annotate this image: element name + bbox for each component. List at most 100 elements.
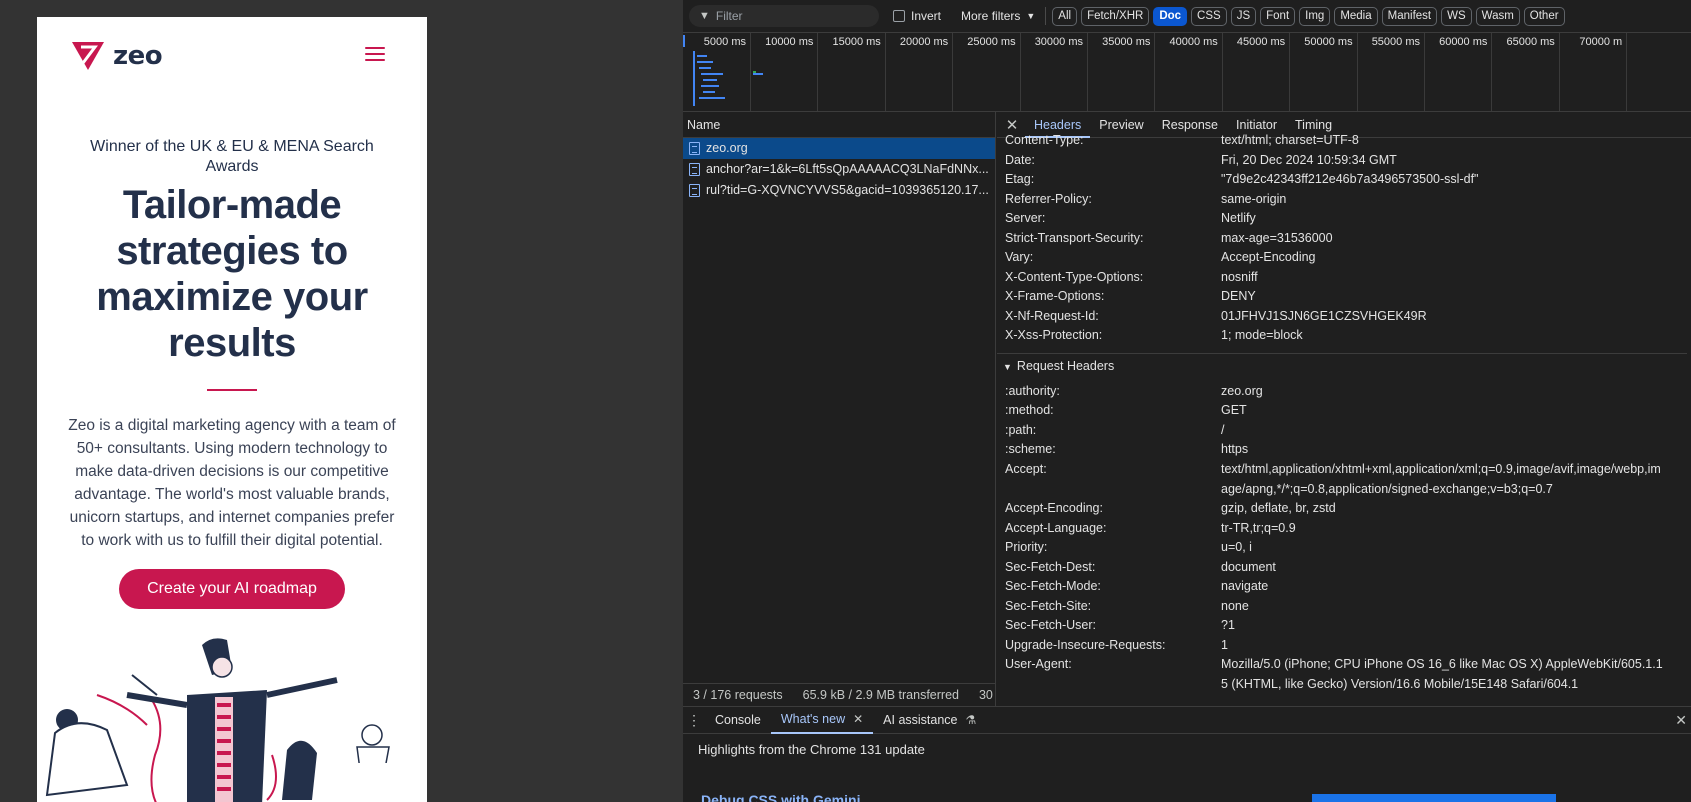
invert-checkbox[interactable]: Invert — [893, 9, 941, 23]
header-value: same-origin — [1221, 191, 1287, 206]
header-row: Sec-Fetch-Site: none — [997, 596, 1687, 616]
network-overview-timeline[interactable]: 5000 ms 10000 ms 15000 ms 20000 ms 25000 ms 3… — [683, 33, 1691, 112]
header-value: "7d9e2c42343ff212e46b7a3496573500-ssl-df… — [1221, 172, 1479, 186]
header-name: :authority: — [1005, 383, 1060, 398]
header-value: tr-TR,tr;q=0.9 — [1221, 520, 1296, 535]
filter-input[interactable]: ▼ Filter — [689, 5, 879, 27]
header-name: X-Frame-Options: — [1005, 289, 1105, 303]
drawer-tab-label: AI assistance — [883, 712, 958, 727]
header-value: zeo.org — [1221, 383, 1263, 398]
triangle-down-icon: ▼ — [1003, 361, 1012, 372]
transfer-size: 65.9 kB / 2.9 MB transferred — [802, 688, 959, 702]
request-list: Name zeo.org anchor?ar=1&k=6Lft5sQpAAAAAC… — [683, 112, 996, 706]
timeline-tick-label: 30000 ms — [1034, 36, 1083, 48]
header-row: Etag: "7d9e2c42343ff212e46b7a3496573500-s… — [997, 169, 1687, 189]
header-name: Referrer-Policy: — [1005, 191, 1092, 206]
timeline-gridline — [952, 33, 954, 111]
header-name: X-Content-Type-Options: — [1005, 269, 1144, 284]
header-value: nosniff — [1221, 269, 1258, 284]
filter-chip-doc[interactable]: Doc — [1153, 6, 1188, 26]
timeline-gridline — [884, 33, 886, 111]
timeline-tick-label: 40000 ms — [1169, 36, 1218, 48]
request-row[interactable]: anchor?ar=1&k=6Lft5sQpAAAAACQ3LNaFdNNx..… — [683, 159, 995, 180]
header-row: Accept: text/html,application/xhtml+xml,a… — [997, 459, 1687, 499]
header-name: Etag: — [1005, 172, 1035, 186]
timeline-tick-label: 65000 ms — [1506, 36, 1555, 48]
whats-new-thumbnail — [1312, 794, 1556, 802]
whats-new-link[interactable]: Debug CSS with Gemini — [701, 792, 860, 802]
status-extra: 30 — [978, 688, 993, 702]
request-row[interactable]: rul?tid=G-XQVNCYVVS5&gacid=1039365120.17… — [683, 180, 995, 201]
header-value: none — [1221, 598, 1249, 613]
filter-chip-all[interactable]: All — [1052, 6, 1078, 26]
timeline-gridline — [817, 33, 819, 111]
mobile-viewport: zeo Winner of the UK & EU & MENA Search … — [37, 17, 427, 802]
header-value: / — [1221, 422, 1225, 437]
more-filters-dropdown[interactable]: More filters ▼ — [961, 9, 1035, 23]
header-row: :path: / — [997, 420, 1687, 440]
header-row: X-Xss-Protection: 1; mode=block — [997, 325, 1687, 345]
request-detail: ✕ Headers Preview Response Initiator Timing … — [997, 112, 1691, 706]
header-name: Server: — [1005, 211, 1046, 225]
filter-chip-fetchxhr[interactable]: Fetch/XHR — [1081, 6, 1150, 26]
drawer-tab-console[interactable]: Console — [705, 707, 771, 734]
hero-intro: Zeo is a digital marketing agency with a… — [68, 417, 396, 549]
header-row: :authority: zeo.org — [997, 381, 1687, 401]
timeline-tick-label: 60000 ms — [1439, 36, 1488, 48]
drawer-close-icon[interactable]: ✕ — [1675, 712, 1687, 729]
logo-text: zeo — [113, 41, 163, 71]
header-value: DENY — [1221, 289, 1256, 303]
header-name: Accept: — [1005, 461, 1047, 476]
header-row: Sec-Fetch-Mode: navigate — [997, 576, 1687, 596]
timeline-tick-label: 70000 m — [1579, 36, 1623, 48]
timeline-tick-label: 20000 ms — [899, 36, 949, 48]
timeline-gridline — [1154, 33, 1156, 111]
header-value: Netlify — [1221, 211, 1256, 225]
document-icon — [689, 184, 700, 197]
header-name: Priority: — [1005, 540, 1048, 554]
network-status-bar: 3 / 176 requests 65.9 kB / 2.9 MB transf… — [683, 683, 996, 706]
timeline-tick-label: 10000 ms — [765, 36, 814, 48]
filter-chip-manifest[interactable]: Manifest — [1381, 6, 1438, 26]
divider — [207, 389, 257, 391]
devtools-panel: ▼ Filter Invert More filters ▼ All Fetch/… — [683, 0, 1691, 802]
header-row: Accept-Language: tr-TR,tr;q=0.9 — [997, 518, 1687, 538]
drawer-tab-what-s-new[interactable]: What's new ✕ — [770, 706, 874, 734]
header-value: Mozilla/5.0 (iPhone; CPU iPhone OS 16_6 … — [1221, 657, 1663, 691]
header-value: text/html; charset=UTF-8 — [1221, 133, 1359, 147]
filter-chip-css[interactable]: CSS — [1191, 6, 1227, 26]
filter-chip-img[interactable]: Img — [1299, 6, 1331, 26]
caret-down-icon: ▼ — [1026, 11, 1036, 21]
timeline-gridline — [1356, 33, 1358, 111]
cta-button[interactable]: Create your AI roadmap — [119, 569, 345, 609]
filter-chip-ws[interactable]: WS — [1441, 6, 1472, 26]
flask-icon: ⚗ — [965, 712, 977, 727]
whats-new-title: Highlights from the Chrome 131 update — [698, 742, 925, 757]
request-row[interactable]: zeo.org — [683, 138, 995, 159]
header-value: document — [1221, 559, 1276, 574]
filter-chip-wasm[interactable]: Wasm — [1475, 6, 1520, 26]
filter-chip-media[interactable]: Media — [1334, 6, 1378, 26]
site-logo[interactable]: zeo — [69, 39, 163, 73]
close-tab-icon[interactable]: ✕ — [853, 706, 863, 733]
header-name: Sec-Fetch-Site: — [1005, 598, 1092, 613]
kebab-menu-icon[interactable]: ⋮ — [683, 712, 705, 729]
filter-chip-js[interactable]: JS — [1230, 6, 1257, 26]
header-value: ?1 — [1221, 618, 1235, 632]
filter-chip-other[interactable]: Other — [1523, 6, 1565, 26]
timeline-tick-label: 45000 ms — [1236, 36, 1286, 48]
menu-icon[interactable] — [365, 47, 385, 63]
header-value: 01JFHVJ1SJN6GE1CZSVHGEK49R — [1221, 308, 1427, 323]
timeline-gridline — [1558, 33, 1560, 111]
name-column-header[interactable]: Name — [683, 112, 995, 138]
header-name: Sec-Fetch-Dest: — [1005, 559, 1096, 574]
filter-chip-font[interactable]: Font — [1260, 6, 1296, 26]
network-toolbar: ▼ Filter Invert More filters ▼ All Fetch/… — [683, 0, 1691, 33]
drawer-tab-label: Console — [715, 712, 761, 727]
scrollbar[interactable] — [1687, 138, 1691, 706]
hero-illustration — [45, 638, 427, 802]
header-row: X-Frame-Options: DENY — [997, 286, 1687, 306]
drawer-tab-ai-assistance[interactable]: AI assistance ⚗ — [873, 707, 986, 734]
header-value: u=0, i — [1221, 540, 1252, 554]
request-headers-section[interactable]: ▼ Request Headers — [997, 352, 1687, 378]
